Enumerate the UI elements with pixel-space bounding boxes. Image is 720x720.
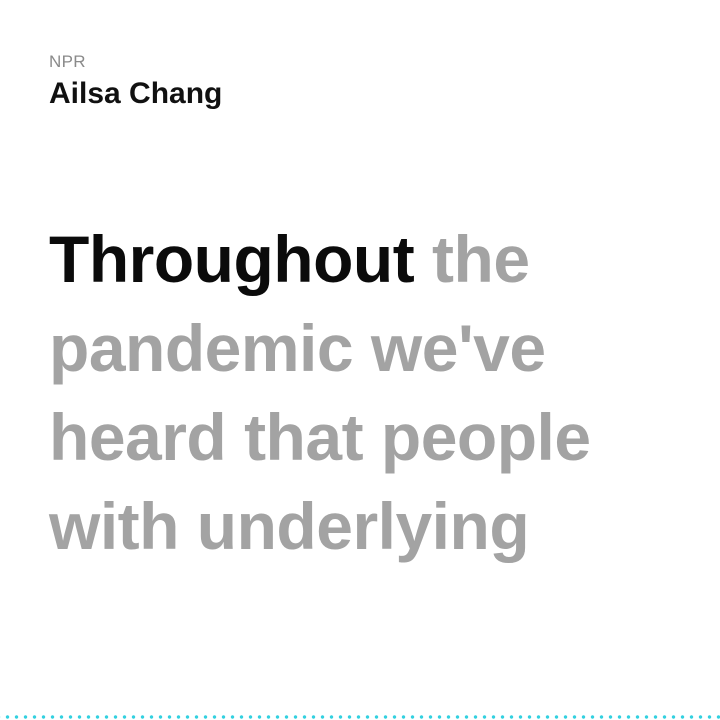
- author-name: Ailsa Chang: [49, 77, 223, 110]
- transcript-caption: Throughout the pandemic we've heard that…: [49, 215, 689, 571]
- audiogram-frame: NPR Ailsa Chang Throughout the pandemic …: [0, 0, 720, 720]
- source-label: NPR: [49, 52, 86, 71]
- header: NPR Ailsa Chang: [49, 52, 222, 112]
- progress-dots: [0, 714, 720, 720]
- caption-spoken-text: Throughout: [49, 222, 415, 296]
